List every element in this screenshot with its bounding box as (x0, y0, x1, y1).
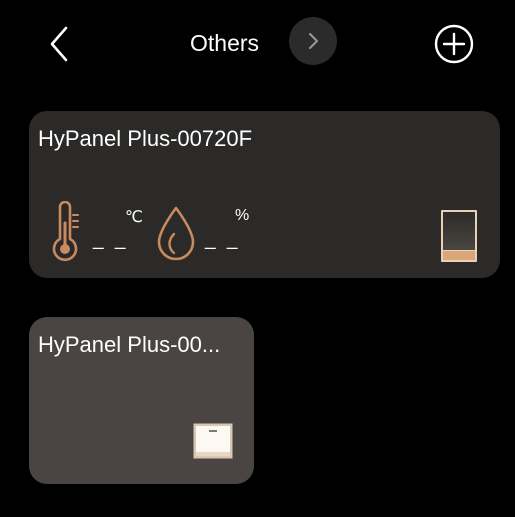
add-device-button[interactable] (434, 24, 474, 64)
device-card-hypanel-00720f[interactable]: HyPanel Plus-00720F _ _ ℃ _ _ % (29, 111, 500, 278)
top-bar: Others (0, 0, 515, 90)
device-name: HyPanel Plus-00720F (38, 126, 253, 151)
humidity-value: _ _ (205, 229, 241, 250)
temperature-value: _ _ (93, 229, 129, 250)
wall-switch-icon (193, 423, 233, 459)
next-category-button[interactable] (289, 17, 337, 65)
panel-device-icon (441, 210, 477, 262)
water-drop-icon (157, 206, 195, 261)
humidity-unit: % (235, 207, 250, 224)
thermometer-icon (52, 201, 79, 262)
page-title: Others (190, 30, 260, 56)
back-button[interactable] (44, 24, 80, 64)
device-card-hypanel-2[interactable]: HyPanel Plus-00... (29, 317, 254, 484)
device-name: HyPanel Plus-00... (38, 332, 221, 357)
chevron-right-icon (309, 33, 318, 49)
chevron-left-icon (50, 26, 68, 62)
temperature-unit: ℃ (125, 209, 143, 226)
plus-circle-icon (434, 24, 474, 64)
